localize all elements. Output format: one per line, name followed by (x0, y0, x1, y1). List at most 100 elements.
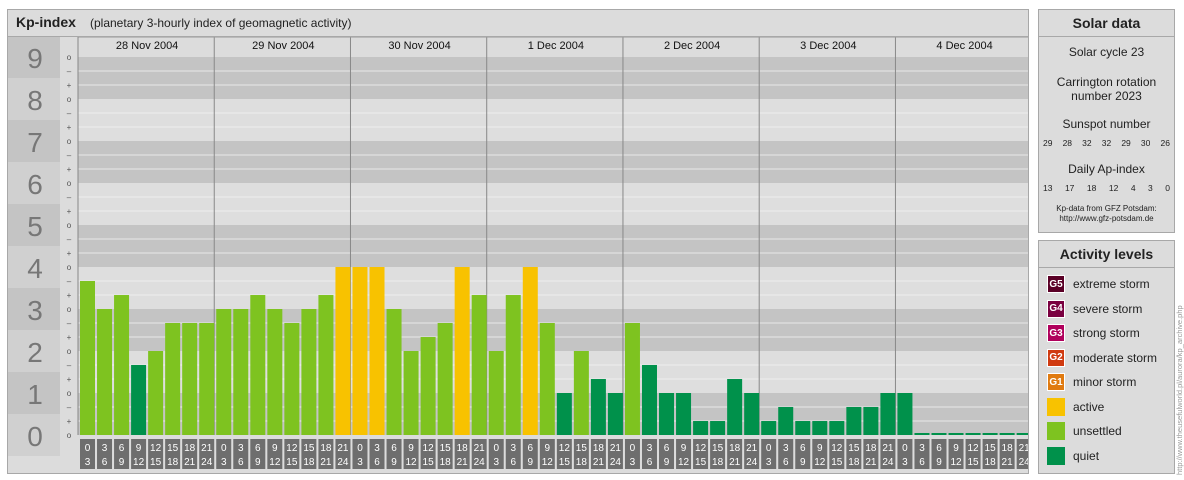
kp-bar (131, 364, 147, 435)
kp-band (78, 183, 1028, 225)
activity-level-swatch (1047, 397, 1065, 416)
y-tick-label: 4 (27, 253, 43, 284)
interval-start-label: 9 (408, 443, 414, 454)
interval-end-label: 12 (678, 457, 690, 468)
interval-start-label: 9 (953, 443, 959, 454)
interval-start-label: 12 (967, 443, 979, 454)
day-label: 29 Nov 2004 (252, 40, 314, 52)
kp-bar (437, 322, 453, 435)
interval-end-label: 15 (967, 457, 979, 468)
interval-start-label: 12 (695, 443, 707, 454)
y-tick-label: 0 (27, 421, 43, 452)
interval-end-label: 6 (647, 457, 653, 468)
y-tick-label: 6 (27, 169, 43, 200)
kp-bar (233, 309, 249, 435)
interval-start-label: 6 (664, 443, 670, 454)
interval-end-label: 9 (391, 457, 397, 468)
interval-start-label: 21 (610, 443, 622, 454)
interval-start-label: 18 (320, 443, 332, 454)
kp-chart-header: Kp-index (planetary 3-hourly index of ge… (8, 10, 1028, 37)
y-minor-tick: o (67, 347, 72, 356)
kp-bar (471, 295, 487, 435)
kp-bar (488, 351, 504, 435)
y-tick-label: 7 (27, 127, 43, 158)
kp-bar (1016, 433, 1028, 435)
kp-bar (182, 322, 198, 435)
interval-start-label: 0 (357, 443, 363, 454)
kp-bar (863, 406, 879, 435)
interval-end-label: 24 (201, 457, 213, 468)
kp-bar (573, 351, 589, 435)
kp-bar (641, 364, 657, 435)
interval-end-label: 6 (238, 457, 244, 468)
interval-start-label: 15 (440, 443, 452, 454)
interval-end-label: 24 (746, 457, 758, 468)
sunspot-label: Sunspot number (1062, 117, 1151, 131)
day-label: 1 Dec 2004 (528, 40, 584, 52)
ap-index-value: 13 (1043, 183, 1053, 193)
sunspot-value: 30 (1140, 138, 1151, 148)
activity-level-label: active (1073, 399, 1105, 414)
y-tick-label: 5 (27, 211, 43, 242)
activity-levels-title: Activity levels (1059, 246, 1154, 262)
kp-bar (301, 309, 317, 435)
interval-start-label: 3 (102, 443, 108, 454)
carrington-line1: Carrington rotation (1056, 75, 1157, 89)
interval-end-label: 18 (167, 457, 179, 468)
kp-bar (114, 295, 130, 435)
activity-levels-header: Activity levels (1039, 241, 1174, 268)
y-tick-label: 9 (27, 43, 43, 74)
kp-bar (999, 433, 1015, 435)
y-minor-tick: o (67, 431, 72, 440)
y-minor-tick: – (67, 361, 72, 370)
carrington-line2: number 2023 (1071, 89, 1142, 103)
kp-bar (97, 309, 113, 435)
y-tick-label: 2 (27, 337, 43, 368)
chart-subtitle: (planetary 3-hourly index of geomagnetic… (90, 16, 352, 30)
activity-level-item: unsettled (1047, 422, 1122, 440)
activity-level-label: strong storm (1073, 326, 1140, 340)
kp-band (78, 57, 1028, 99)
interval-start-label: 3 (783, 443, 789, 454)
interval-end-label: 15 (423, 457, 435, 468)
interval-end-label: 21 (593, 457, 605, 468)
credit-link[interactable]: http://www.gfz-potsdam.de (1039, 214, 1174, 223)
interval-end-label: 3 (85, 457, 91, 468)
kp-bar (522, 267, 538, 435)
sunspot-value: 28 (1062, 138, 1073, 148)
interval-end-label: 3 (902, 457, 908, 468)
kp-bar (829, 421, 845, 435)
kp-band (78, 225, 1028, 267)
kp-bar (369, 267, 385, 435)
interval-end-label: 24 (474, 457, 486, 468)
solar-data-panel: Solar data Solar cycle 23 Carrington rot… (1038, 9, 1175, 233)
ap-index-value: 3 (1148, 183, 1153, 193)
y-minor-tick: + (67, 165, 72, 174)
kp-bar (539, 322, 555, 435)
interval-start-label: 3 (238, 443, 244, 454)
activity-level-label: unsettled (1073, 424, 1122, 438)
y-minor-tick: + (67, 207, 72, 216)
kp-bar (250, 295, 266, 435)
interval-end-label: 21 (865, 457, 877, 468)
activity-level-item: G5 extreme storm (1047, 275, 1150, 293)
kp-band (78, 141, 1028, 183)
kp-bar (982, 433, 998, 435)
interval-start-label: 18 (184, 443, 196, 454)
interval-start-label: 6 (800, 443, 806, 454)
interval-end-label: 21 (729, 457, 741, 468)
interval-start-label: 6 (527, 443, 533, 454)
interval-end-label: 12 (814, 457, 826, 468)
interval-start-label: 12 (286, 443, 298, 454)
kp-bar (607, 393, 623, 435)
kp-bar-chart: 0123456789o+–o+–o+–o+–o+–o+–o+–o+–o+–o28… (8, 37, 1028, 469)
interval-end-label: 12 (542, 457, 554, 468)
activity-levels-panel: Activity levels G5 extreme storm G4 severe … (1038, 240, 1175, 474)
interval-end-label: 21 (184, 457, 196, 468)
y-minor-tick: – (67, 67, 72, 76)
interval-start-label: 12 (150, 443, 162, 454)
interval-end-label: 3 (357, 457, 363, 468)
kp-bar (744, 393, 760, 435)
y-minor-tick: o (67, 389, 72, 398)
interval-start-label: 18 (593, 443, 605, 454)
